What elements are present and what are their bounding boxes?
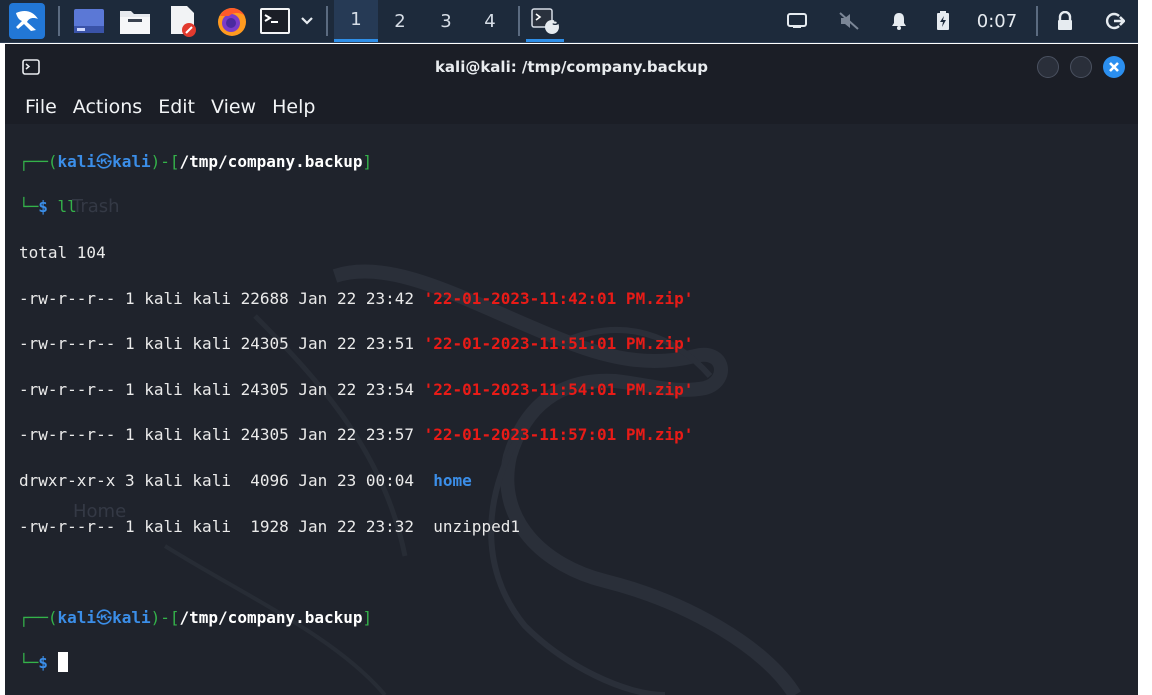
notification-bell-icon[interactable]: [884, 0, 914, 42]
listing-row: -rw-r--r-- 1 kali kali 22688 Jan 22 23:4…: [19, 288, 694, 308]
clock[interactable]: 0:07: [968, 0, 1026, 42]
firefox-icon[interactable]: [214, 3, 250, 39]
title-bar[interactable]: kali@kali: /tmp/company.backup: [5, 44, 1138, 90]
prompt-dollar: $: [38, 197, 48, 217]
command-line-2: └─$: [19, 652, 693, 675]
prompt-bracket-close: ]: [362, 151, 373, 171]
workspace-4[interactable]: 4: [468, 0, 512, 42]
prompt-corner: ┌──(: [19, 151, 58, 171]
menu-view[interactable]: View: [211, 96, 256, 118]
prompt-bracket: )-[: [150, 151, 180, 171]
listing-row: -rw-r--r-- 1 kali kali 1928 Jan 22 23:32…: [19, 516, 520, 536]
prompt-line-2: ┌──(kali㉿kali)-[/tmp/company.backup]: [19, 607, 693, 630]
top-panel: 1 2 3 4 3 0:07: [0, 0, 1138, 43]
prompt-corner-bottom: └─: [19, 653, 39, 673]
command-line-1: └─$ ll: [19, 196, 693, 219]
zip-filename: '22-01-2023-11:57:01 PM.zip': [423, 425, 694, 445]
menu-file[interactable]: File: [25, 96, 57, 118]
close-button[interactable]: [1103, 56, 1125, 78]
terminal-task-icon[interactable]: 3: [526, 0, 564, 42]
prompt-host: kali: [112, 607, 151, 627]
zip-filename: '22-01-2023-11:54:01 PM.zip': [423, 379, 694, 399]
workspace-1[interactable]: 1: [334, 0, 378, 42]
terminal-output: ┌──(kali㉿kali)-[/tmp/company.backup] └─$…: [19, 128, 693, 695]
task-count-badge: 3: [552, 15, 560, 28]
prompt-at: ㉿: [96, 607, 113, 627]
panel-separator: [518, 6, 520, 36]
zip-filename: '22-01-2023-11:42:01 PM.zip': [423, 288, 694, 308]
prompt-line-1: ┌──(kali㉿kali)-[/tmp/company.backup]: [19, 151, 693, 174]
menu-help[interactable]: Help: [272, 96, 315, 118]
close-icon: [1109, 62, 1119, 72]
maximize-button[interactable]: [1070, 56, 1092, 78]
listing-row: -rw-r--r-- 1 kali kali 24305 Jan 22 23:5…: [19, 425, 694, 445]
panel-separator: [1036, 6, 1038, 36]
prompt-bracket-close: ]: [362, 607, 373, 627]
window-title: kali@kali: /tmp/company.backup: [434, 58, 709, 76]
file-manager-icon[interactable]: [118, 6, 152, 36]
listing-row: -rw-r--r-- 1 kali kali 24305 Jan 22 23:5…: [19, 379, 694, 399]
directory-name: home: [423, 470, 472, 490]
battery-icon: [930, 0, 956, 42]
menu-bar: File Actions Edit View Help: [5, 90, 1138, 124]
menu-actions[interactable]: Actions: [73, 96, 142, 118]
total-line: total 104: [19, 242, 106, 262]
listing-row: drwxr-xr-x 3 kali kali 4096 Jan 23 00:04…: [19, 470, 472, 490]
display-icon[interactable]: [782, 0, 812, 42]
workspace-label: 4: [484, 10, 496, 32]
desktop-icon[interactable]: [72, 7, 106, 35]
terminal-window: kali@kali: /tmp/company.backup File Acti…: [5, 44, 1138, 695]
terminal-content[interactable]: Trash Home ┌──(kali㉿kali)-[/tmp/company.…: [5, 126, 1138, 695]
workspace-2[interactable]: 2: [378, 0, 422, 42]
minimize-button[interactable]: [1037, 56, 1059, 78]
terminal-icon[interactable]: [258, 6, 292, 36]
dropdown-chevron-icon[interactable]: [296, 10, 318, 32]
prompt-bracket: )-[: [150, 607, 180, 627]
lock-icon[interactable]: [1050, 0, 1080, 42]
workspace-label: 3: [440, 10, 452, 32]
workspace-label: 1: [350, 9, 362, 30]
listing-row: -rw-r--r-- 1 kali kali 24305 Jan 22 23:5…: [19, 334, 694, 354]
zip-filename: '22-01-2023-11:51:01 PM.zip': [423, 334, 694, 354]
prompt-user: kali: [57, 151, 97, 171]
prompt-host: kali: [112, 151, 151, 171]
text-cursor[interactable]: [57, 652, 68, 673]
workspace-3[interactable]: 3: [424, 0, 468, 42]
kali-menu-icon[interactable]: [8, 2, 46, 40]
prompt-user: kali: [57, 607, 97, 627]
prompt-path: /tmp/company.backup: [179, 151, 363, 171]
prompt-corner: ┌──(: [19, 607, 58, 627]
text-editor-icon[interactable]: [166, 4, 200, 38]
filename: unzipped1: [423, 516, 520, 536]
mute-icon[interactable]: [834, 0, 864, 42]
menu-edit[interactable]: Edit: [158, 96, 195, 118]
panel-separator: [58, 6, 60, 36]
prompt-at: ㉿: [96, 151, 113, 171]
prompt-dollar: $: [38, 653, 48, 673]
typed-command: ll: [57, 197, 77, 217]
panel-separator: [326, 6, 328, 36]
logout-icon[interactable]: [1100, 0, 1130, 42]
prompt-path: /tmp/company.backup: [179, 607, 363, 627]
workspace-label: 2: [394, 10, 406, 32]
prompt-corner-bottom: └─: [19, 197, 39, 217]
